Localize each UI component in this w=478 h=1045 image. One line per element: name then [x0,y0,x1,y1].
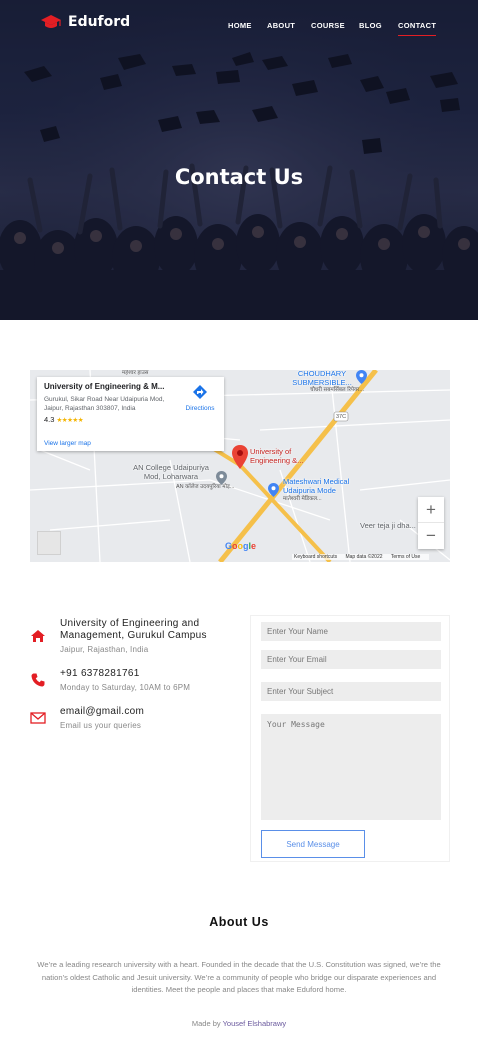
brand-name: Eduford [68,14,131,30]
place-rating: 4.3 ★★★★★ [44,415,217,424]
road-number: 37C [336,414,347,420]
map-label-top: महेश्वर हाउस [122,370,149,376]
about-title: About Us [209,915,269,929]
location-pin-icon[interactable] [232,445,248,469]
poi-choudhary: CHOUDHARY SUBMERSIBLE... [292,370,352,387]
poi-medical: Mateshwari Medical Udaipuria Mode [283,477,350,495]
college-marker-icon [216,471,227,485]
about-text: We’re a leading research university with… [37,960,441,994]
rating-value: 4.3 [44,415,55,424]
author-link[interactable]: Yousef Elshabrawy [223,1019,287,1028]
pin-label: University of Engineering &... [250,447,304,465]
email-main: email@gmail.com [60,706,145,717]
hero-overlay [0,0,478,320]
contact-phone: +91 6378281761 Monday to Saturday, 10AM … [30,668,230,698]
poi-college: AN College Udaipuriya Mod, Loharwara [133,463,209,481]
poi-college-hindi: AN कॉलेज उदयपुरिया मोड़... [176,484,235,490]
map-embed[interactable]: 37C महेश्वर हाउस University of Engineeri… [30,370,450,562]
map-data-label: Map data ©2022 [345,554,383,560]
phone-icon [31,673,45,687]
graduation-cap-icon [41,15,61,28]
mail-icon [30,712,46,724]
medical-marker-icon [268,483,279,497]
place-card: University of Engineering & M... Gurukul… [37,377,224,451]
subject-field[interactable] [261,682,441,701]
address-sub: Jaipur, Rajasthan, India [60,645,149,654]
hero-banner: Eduford HOME ABOUT COURSE BLOG CONTACT C… [0,0,478,320]
street-view-button[interactable] [37,531,61,555]
page-title: Contact Us [174,165,304,189]
nav-contact[interactable]: CONTACT [398,21,437,36]
terms-link[interactable]: Terms of Use [391,554,420,560]
directions-button[interactable]: Directions [180,385,220,412]
google-logo: Google [225,541,257,551]
poi-veer: Veer teja ji dha... [360,521,416,530]
contact-form: Send Message [250,615,450,862]
contact-email: email@gmail.com Email us your queries [30,706,230,736]
nav-about[interactable]: ABOUT [267,21,295,30]
phone-main: +91 6378281761 [60,668,140,679]
name-field[interactable] [261,622,441,641]
rating-stars: ★★★★★ [56,416,84,424]
home-icon [31,630,45,642]
view-larger-map-link[interactable]: View larger map [44,440,91,447]
email-field[interactable] [261,650,441,669]
zoom-in-button[interactable]: + [418,497,444,523]
keyboard-shortcuts-link[interactable]: Keyboard shortcuts [294,554,337,560]
map-attribution: Keyboard shortcuts Map data ©2022 Terms … [292,554,430,560]
directions-icon [193,385,207,399]
contact-address: University of Engineering and Management… [30,618,230,658]
phone-sub: Monday to Saturday, 10AM to 6PM [60,683,191,692]
zoom-controls: + − [418,497,444,549]
address-main: University of Engineering and Management… [60,618,207,641]
poi-choudhary-hindi: चौधरी सबमर्सिबल रिपेयर... [310,387,365,393]
zoom-out-button[interactable]: − [418,523,444,549]
place-address: Gurukul, Sikar Road Near Udaipuria Mod, … [44,396,165,412]
nav-home[interactable]: HOME [228,21,252,30]
shop-marker-icon [356,370,367,384]
message-field[interactable] [261,714,441,820]
footer-credit: Made by Yousef Elshabrawy [0,1019,478,1028]
directions-label: Directions [185,405,215,412]
poi-medical-hindi: मातेश्वरी मेडिकल... [283,496,322,502]
nav-course[interactable]: COURSE [311,21,345,30]
send-message-button[interactable]: Send Message [261,830,365,858]
nav-blog[interactable]: BLOG [359,21,382,30]
email-sub: Email us your queries [60,721,142,730]
footer-prefix: Made by [191,1019,221,1028]
brand-logo[interactable]: Eduford [40,14,130,30]
